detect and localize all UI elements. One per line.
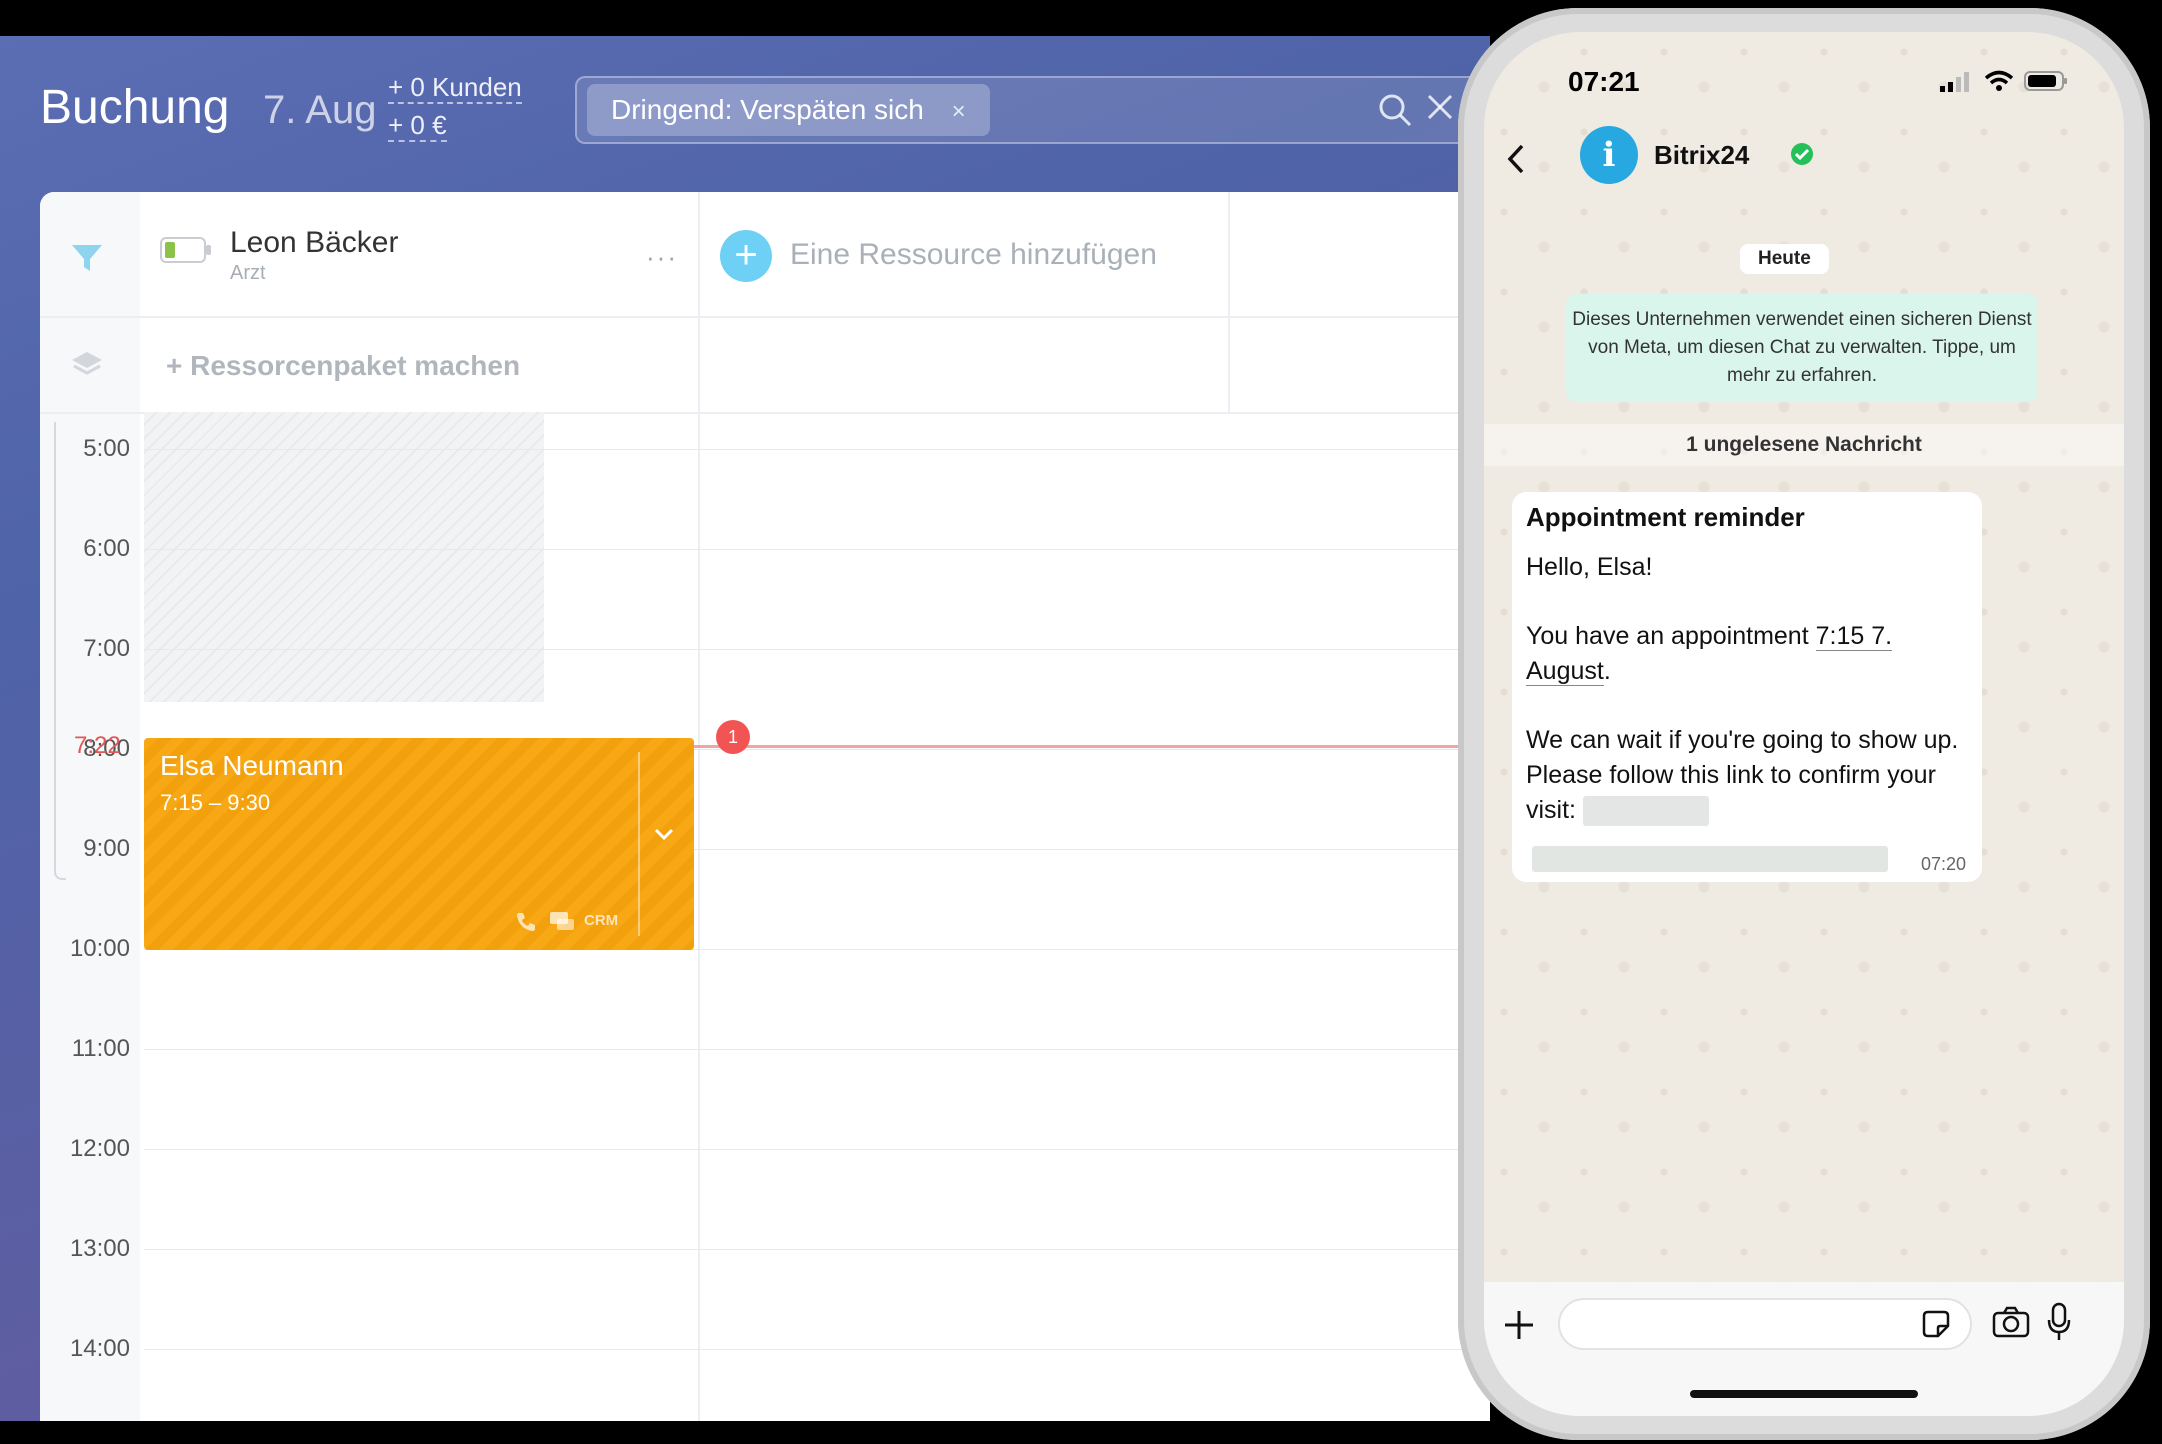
hour-label: 9:00 [83, 835, 130, 862]
hour-gridline [144, 1349, 1490, 1350]
layers-icon[interactable] [70, 348, 104, 385]
hour-label: 12:00 [69, 1135, 130, 1162]
hour-label: 5:00 [83, 435, 130, 462]
hour-gridline [144, 449, 1490, 450]
redacted-link [1582, 796, 1709, 827]
resource-name[interactable]: Leon Bäcker [230, 226, 398, 260]
unread-divider: 1 ungelesene Nachricht [1484, 424, 2124, 466]
status-time: 07:21 [1568, 66, 1640, 97]
current-time-label: 7:22 [74, 732, 121, 759]
hour-label: 13:00 [69, 1235, 130, 1262]
appointment-client: Elsa Neumann [160, 750, 344, 781]
message-input[interactable] [1558, 1298, 1972, 1350]
chat-icon[interactable] [548, 910, 576, 939]
chat-header: i Bitrix24 [1484, 118, 2124, 218]
whatsapp-screen: 07:21 i Bitrix24 Heute Dieses Unternehme… [1484, 32, 2124, 1416]
hour-gridline [144, 1049, 1490, 1050]
wifi-icon [1984, 70, 2014, 97]
unavailable-hours [144, 412, 544, 702]
message-bubble[interactable]: Appointment reminder Hello, Elsa! You ha… [1512, 492, 1982, 882]
hour-label: 7:00 [83, 635, 130, 662]
hour-gridline [144, 649, 1490, 650]
date-divider: Heute [1740, 244, 1829, 274]
message-title: Appointment reminder [1526, 502, 1805, 532]
signal-icon [1940, 72, 1972, 97]
divider [698, 192, 700, 1421]
filter-chip[interactable]: Dringend: Verspäten sich × [587, 84, 990, 136]
divider [1228, 192, 1230, 412]
clients-stat[interactable]: + 0 Kunden [388, 72, 522, 104]
hour-label: 14:00 [69, 1335, 130, 1362]
hour-label: 10:00 [69, 935, 130, 962]
search-icon[interactable] [1377, 92, 1413, 133]
message-body: Hello, Elsa! You have an appointment 7:1… [1526, 550, 1974, 862]
compose-bar [1484, 1282, 2124, 1416]
resource-role: Arzt [230, 262, 266, 284]
calendar-panel: Leon Bäcker Arzt ··· + Eine Ressource hi… [40, 192, 1490, 1421]
make-bundle-button[interactable]: + Ressorcenpaket machen [166, 350, 520, 382]
hour-gridline [144, 549, 1490, 550]
avatar[interactable]: i [1580, 126, 1638, 184]
hour-gridline [144, 1249, 1490, 1250]
redacted-link[interactable] [1532, 846, 1888, 872]
hour-label: 6:00 [83, 535, 130, 562]
contact-name[interactable]: Bitrix24 [1654, 140, 1749, 171]
message-appointment: You have an appointment 7:15 7. August. [1526, 622, 1893, 686]
message-confirm: We can wait if you're going to show up. … [1526, 723, 1974, 828]
verified-icon [1790, 142, 1814, 171]
appointment-card[interactable]: Elsa Neumann 7:15 – 9:30 CRM [144, 738, 694, 950]
hour-label: 11:00 [71, 1035, 130, 1062]
back-icon[interactable] [1504, 142, 1528, 181]
chevron-down-icon[interactable] [652, 824, 676, 849]
sticker-icon[interactable] [1920, 1308, 1952, 1345]
notification-badge[interactable]: 1 [716, 720, 750, 754]
revenue-stat[interactable]: + 0 € [388, 110, 447, 142]
hour-gridline [144, 1149, 1490, 1150]
appointment-time: 7:15 – 9:30 [160, 790, 271, 815]
add-resource-button[interactable]: + [720, 230, 772, 282]
divider [40, 316, 1490, 318]
divider [638, 752, 640, 936]
message-greeting: Hello, Elsa! [1526, 553, 1653, 581]
filter-icon[interactable] [70, 242, 104, 279]
more-icon[interactable]: ··· [646, 242, 678, 273]
page-date[interactable]: 7. Aug [263, 88, 376, 133]
camera-icon[interactable] [1992, 1306, 2030, 1343]
battery-icon [2024, 70, 2068, 97]
mic-icon[interactable] [2046, 1302, 2072, 1347]
filter-chip-label: Dringend: Verspäten sich [611, 94, 924, 125]
home-indicator [1690, 1390, 1918, 1398]
crm-link[interactable]: CRM [584, 912, 618, 929]
phone-icon[interactable] [514, 910, 538, 939]
close-icon[interactable]: × [952, 98, 966, 125]
resource-battery-icon [160, 236, 212, 269]
clear-icon[interactable] [1425, 92, 1455, 127]
plus-icon[interactable] [1502, 1308, 1536, 1347]
message-timestamp: 07:20 [1920, 854, 1966, 874]
search-bar[interactable]: Dringend: Verspäten sich × [575, 76, 1490, 144]
page-title: Buchung [40, 81, 230, 134]
booking-app: Buchung 7. Aug + 0 Kunden + 0 € Dringend… [0, 36, 1490, 1421]
business-notice[interactable]: Dieses Unternehmen verwendet einen siche… [1566, 294, 2038, 402]
add-resource-label[interactable]: Eine Ressource hinzufügen [790, 238, 1157, 272]
